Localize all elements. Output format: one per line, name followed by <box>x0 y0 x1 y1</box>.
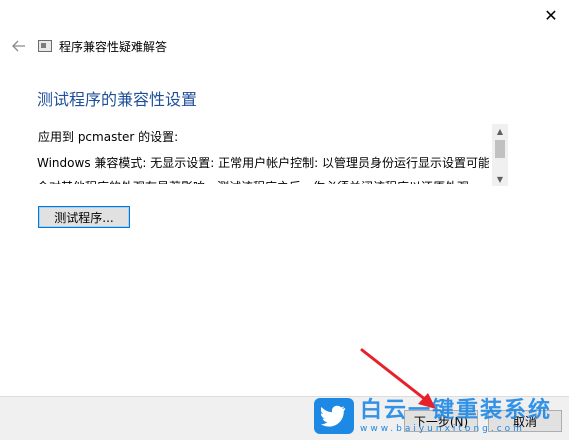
title-bar: 程序兼容性疑难解答 <box>0 34 569 58</box>
test-program-button[interactable]: 测试程序... <box>38 206 130 228</box>
scroll-up-icon[interactable]: ▲ <box>492 124 508 138</box>
back-arrow-icon <box>12 40 25 52</box>
scrollbar-thumb[interactable] <box>495 140 505 158</box>
settings-info-box: Windows 兼容模式: 无显示设置: 正常用户帐户控制: 以管理员身份运行显… <box>37 146 509 184</box>
bird-logo-icon <box>314 398 354 434</box>
page-heading: 测试程序的兼容性设置 <box>37 90 198 109</box>
watermark: 白云一键重装系统 www.baiyunxitong.com <box>310 393 569 439</box>
troubleshooter-app-icon <box>38 40 52 52</box>
close-icon: ✕ <box>544 5 558 25</box>
close-button[interactable]: ✕ <box>533 0 569 30</box>
window-title: 程序兼容性疑难解答 <box>59 39 168 54</box>
back-button[interactable] <box>6 40 32 52</box>
settings-label: 应用到 pcmaster 的设置: <box>38 130 179 144</box>
scroll-down-icon[interactable]: ▼ <box>492 172 508 186</box>
watermark-url: www.baiyunxitong.com <box>360 423 525 434</box>
info-scrollbar[interactable]: ▲ ▼ <box>492 124 508 186</box>
watermark-text: 白云一键重装系统 <box>360 397 553 423</box>
info-line-2: 会对其他程序的外观有显著影响。测试该程序之后，你必须关闭该程序以还原外观 <box>37 175 489 184</box>
info-line-1: Windows 兼容模式: 无显示设置: 正常用户帐户控制: 以管理员身份运行显… <box>37 156 489 170</box>
